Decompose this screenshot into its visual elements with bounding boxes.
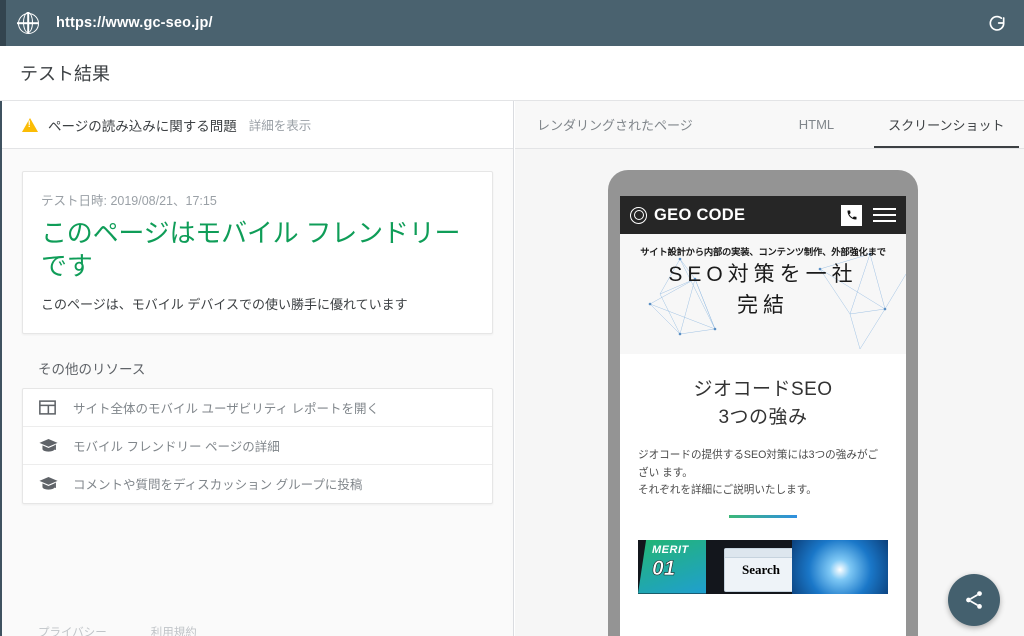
list-item[interactable]: コメントや質問をディスカッション グループに投稿 — [23, 465, 492, 503]
section-paragraph-line3: それぞれを詳細にご説明いたします。 — [638, 484, 817, 497]
tab-html[interactable]: HTML — [795, 101, 838, 148]
search-graphic: Search — [724, 547, 798, 592]
gradient-divider — [729, 514, 797, 518]
school-cap-icon — [39, 476, 73, 491]
list-item-label: コメントや質問をディスカッション グループに投稿 — [73, 478, 363, 493]
warning-triangle-icon — [22, 117, 38, 132]
list-item[interactable]: モバイル フレンドリー ページの詳細 — [23, 427, 492, 465]
page-title-bar: テスト結果 — [0, 46, 1024, 101]
privacy-link[interactable]: プライバシー — [38, 624, 107, 636]
list-item-label: モバイル フレンドリー ページの詳細 — [73, 439, 280, 454]
geocode-circle-logo-icon — [630, 206, 647, 224]
page-title: テスト結果 — [20, 64, 110, 84]
results-pane: ページの読み込みに関する問題 詳細を表示 テスト日時: 2019/08/21、1… — [0, 101, 514, 636]
resources-title: その他のリソース — [38, 361, 146, 377]
list-item-label: サイト全体のモバイル ユーザビリティ レポートを開く — [73, 401, 379, 416]
hero-title-line1: SEO対策を一社 — [668, 263, 858, 286]
school-cap-icon — [39, 438, 73, 453]
section-heading-line1: ジオコードSEO — [693, 379, 833, 400]
tab-rendered-page[interactable]: レンダリングされたページ — [533, 101, 697, 148]
url-text[interactable]: https://www.gc-seo.jp/ — [56, 15, 213, 31]
site-brand[interactable]: GEO CODE — [630, 206, 745, 225]
reload-icon[interactable] — [984, 10, 1010, 36]
blue-burst-graphic — [792, 539, 888, 594]
hamburger-menu-icon[interactable] — [873, 208, 896, 222]
phone-screen: GEO CODE サイト設計から内部の実装、コンテンツ制作、外部強化まで SEO… — [620, 196, 906, 636]
site-header-actions — [841, 204, 896, 226]
section-paragraph-line2: ます。 — [662, 466, 693, 479]
preview-tabs: レンダリングされたページ HTML スクリーンショット — [515, 101, 1024, 149]
warning-bar: ページの読み込みに関する問題 詳細を表示 — [2, 101, 513, 149]
hero-kicker: サイト設計から内部の実装、コンテンツ制作、外部強化まで — [640, 247, 886, 257]
mobile-friendly-test-page: https://www.gc-seo.jp/ テスト結果 ページの読み込みに関す… — [0, 0, 1024, 636]
browser-url-bar: https://www.gc-seo.jp/ — [0, 0, 1024, 46]
merit-flag: MERIT 01 — [638, 539, 706, 594]
warning-details-link[interactable]: 詳細を表示 — [249, 115, 312, 134]
terms-link[interactable]: 利用規約 — [151, 624, 197, 636]
share-icon — [966, 591, 982, 609]
phone-mockup: GEO CODE サイト設計から内部の実装、コンテンツ制作、外部強化まで SEO… — [608, 170, 918, 636]
search-graphic-text: Search — [741, 561, 781, 577]
globe-icon — [0, 11, 56, 34]
section-heading-line2: 3つの強み — [718, 406, 808, 428]
test-date: テスト日時: 2019/08/21、17:15 — [41, 194, 217, 208]
site-header: GEO CODE — [620, 196, 906, 234]
merit-banner: Search MERIT 01 — [638, 539, 888, 594]
dashboard-report-icon — [39, 399, 73, 415]
url-bar-left-edge — [0, 0, 6, 46]
tab-screenshot[interactable]: スクリーンショット — [874, 101, 1019, 148]
result-card: テスト日時: 2019/08/21、17:15 このページはモバイル フレンドリ… — [22, 171, 493, 334]
site-hero: サイト設計から内部の実装、コンテンツ制作、外部強化まで SEO対策を一社 完結 — [620, 234, 906, 354]
footer-links: プライバシー 利用規約 — [38, 624, 197, 636]
merit-number: 01 — [652, 556, 676, 580]
merit-label: MERIT — [652, 543, 689, 556]
list-item[interactable]: サイト全体のモバイル ユーザビリティ レポートを開く — [23, 389, 492, 427]
share-button[interactable] — [948, 574, 1000, 626]
result-subtext: このページは、モバイル デバイスでの使い勝手に優れています — [41, 296, 408, 312]
resources-list: サイト全体のモバイル ユーザビリティ レポートを開く モバイル フレンドリー ペ… — [22, 387, 493, 504]
hero-title-line2: 完結 — [737, 294, 789, 318]
warning-text: ページの読み込みに関する問題 — [48, 118, 237, 134]
strengths-section: ジオコードSEO 3つの強み ジオコードの提供するSEO対策には3つの強みがござ… — [620, 354, 906, 594]
site-brand-name: GEO CODE — [654, 205, 746, 224]
result-headline: このページはモバイル フレンドリーです — [41, 218, 461, 282]
phone-icon[interactable] — [841, 204, 862, 226]
